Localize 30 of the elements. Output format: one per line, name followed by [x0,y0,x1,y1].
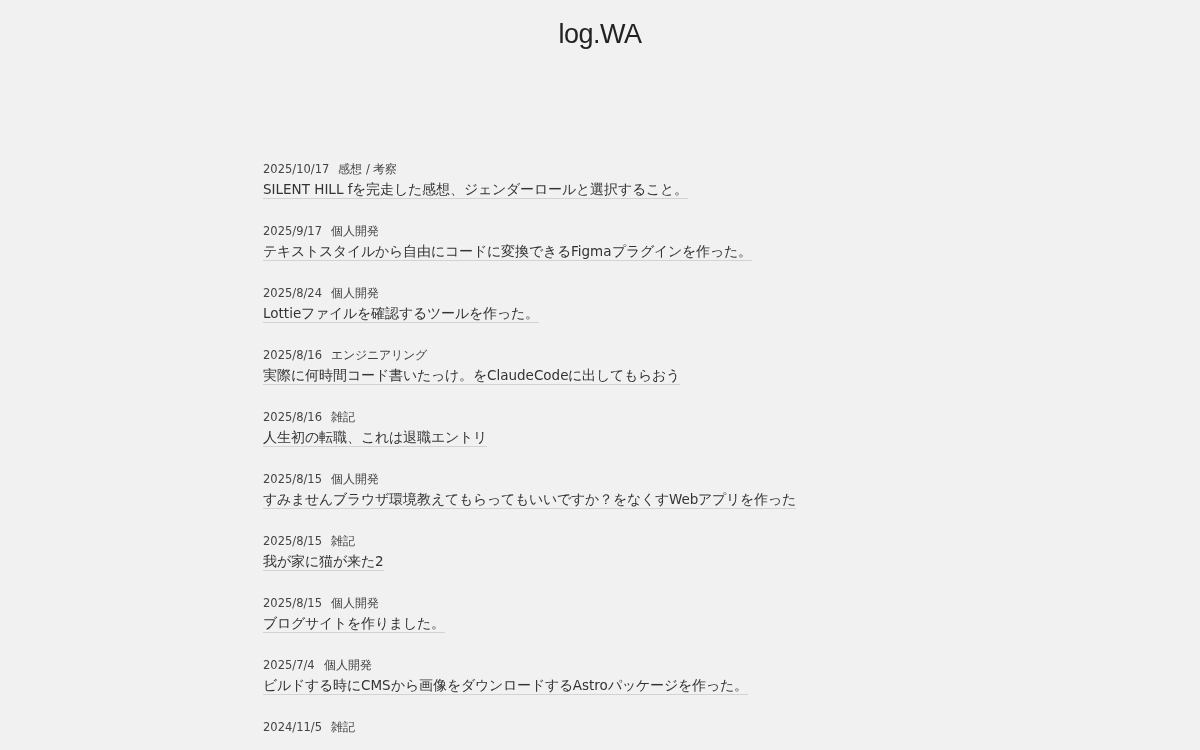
post-title-link[interactable]: SILENT HILL fを完走した感想、ジェンダーロールと選択すること。 [263,180,689,199]
post-date: 2025/8/16 [263,410,322,424]
post-category: 個人開発 [330,286,379,300]
post-date: 2025/7/4 [263,658,315,672]
post-category: 個人開発 [323,658,372,672]
post-title-link[interactable]: すみませんブラウザ環境教えてもらってもいいですか？をなくすWebアプリを作った [263,490,797,509]
post-date: 2025/8/24 [263,286,322,300]
post-title-link[interactable]: ブログサイトを作りました。 [263,614,445,633]
post-title-link[interactable]: ビルドする時にCMSから画像をダウンロードするAstroパッケージを作った。 [263,676,748,695]
site-logo[interactable]: log.WA [558,18,642,50]
post-category: 個人開発 [330,596,379,610]
post-category: 雑記 [330,410,355,424]
post-title-link[interactable]: 人生初の転職、これは退職エントリ [263,428,487,447]
post-title-link[interactable]: テキストスタイルから自由にコードに変換できるFigmaプラグインを作った。 [263,242,752,261]
post-date: 2025/10/17 [263,162,330,176]
post-date: 2025/8/15 [263,534,322,548]
post-date: 2025/8/15 [263,596,322,610]
post-date: 2025/9/17 [263,224,322,238]
post-category: 個人開発 [330,224,379,238]
post-category: 感想 / 考察 [338,162,398,176]
post-title-link[interactable]: 実際に何時間コード書いたっけ。をClaudeCodeに出してもらおう [263,366,681,385]
post-category: エンジニアリング [330,348,427,362]
post-date: 2024/11/5 [263,720,322,734]
post-title-link[interactable]: 我が家に猫が来た2 [263,552,384,571]
post-category: 雑記 [330,534,355,548]
post-date: 2025/8/16 [263,348,322,362]
post-category: 個人開発 [330,472,379,486]
post-date: 2025/8/15 [263,472,322,486]
post-title-link[interactable]: Lottieファイルを確認するツールを作った。 [263,304,540,323]
post-category: 雑記 [330,720,355,734]
